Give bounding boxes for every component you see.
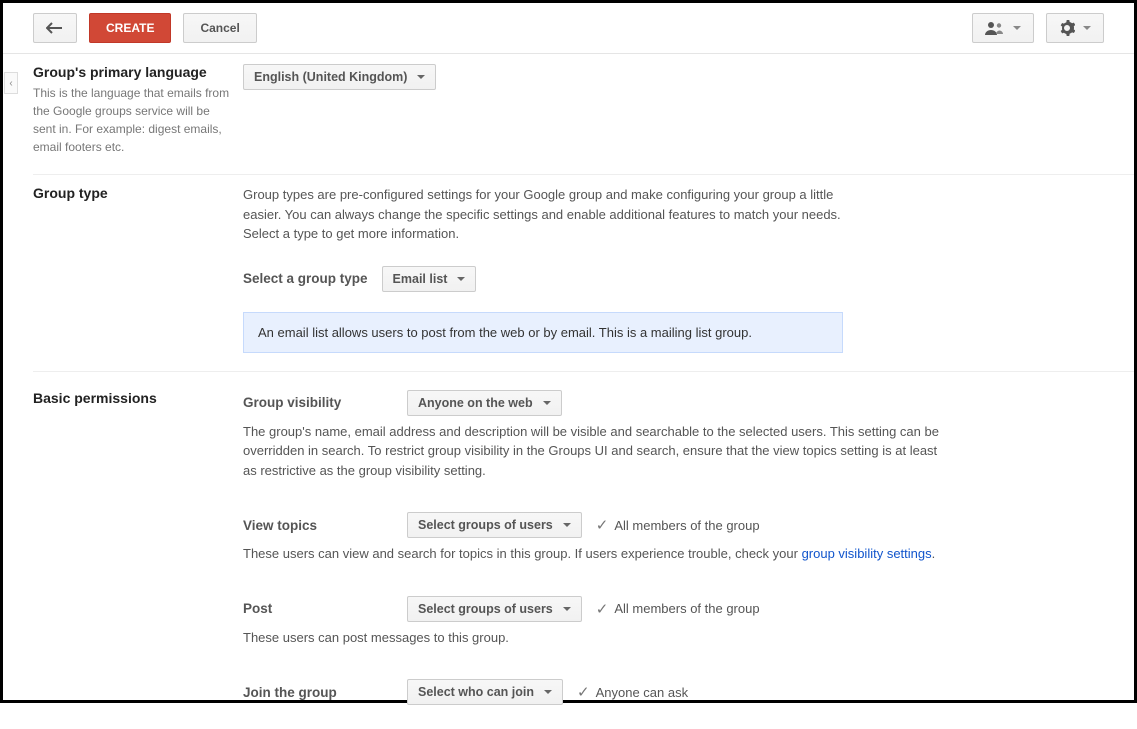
check-icon: ✓ (596, 516, 609, 534)
gear-icon (1059, 20, 1075, 36)
dropdown-label: Email list (393, 272, 448, 286)
group-type-info-box: An email list allows users to post from … (243, 312, 843, 353)
side-col: Group's primary language This is the lan… (33, 64, 243, 156)
cancel-button[interactable]: Cancel (183, 13, 256, 43)
toolbar-left: CREATE Cancel (33, 13, 257, 43)
section-group-type: Group type Group types are pre-configure… (33, 175, 1134, 372)
desc-post: . (932, 546, 936, 561)
group-type-dropdown[interactable]: Email list (382, 266, 477, 292)
view-topics-check: ✓ All members of the group (596, 516, 760, 534)
toolbar-right (972, 13, 1104, 43)
section-title: Group's primary language (33, 64, 233, 80)
check-icon: ✓ (596, 600, 609, 618)
group-visibility-settings-link[interactable]: group visibility settings (802, 546, 932, 561)
chevron-down-icon (1013, 26, 1021, 30)
side-col: Basic permissions (33, 390, 243, 712)
toolbar: CREATE Cancel (3, 3, 1134, 54)
group-visibility-desc: The group's name, email address and desc… (243, 422, 943, 481)
view-topics-dropdown[interactable]: Select groups of users (407, 512, 582, 538)
join-dropdown[interactable]: Select who can join (407, 679, 563, 705)
post-dropdown[interactable]: Select groups of users (407, 596, 582, 622)
view-topics-row: View topics Select groups of users ✓ All… (243, 512, 1003, 538)
main-col: English (United Kingdom) (243, 64, 1063, 156)
language-dropdown[interactable]: English (United Kingdom) (243, 64, 436, 90)
post-row: Post Select groups of users ✓ All member… (243, 596, 1003, 622)
join-row: Join the group Select who can join ✓ Any… (243, 679, 1003, 705)
post-label: Post (243, 601, 393, 616)
chevron-down-icon (544, 690, 552, 694)
people-icon (985, 21, 1005, 35)
side-col: Group type (33, 185, 243, 353)
group-visibility-dropdown[interactable]: Anyone on the web (407, 390, 562, 416)
select-group-type-label: Select a group type (243, 271, 368, 286)
section-primary-language: Group's primary language This is the lan… (33, 54, 1134, 175)
group-visibility-row: Group visibility Anyone on the web (243, 390, 1003, 416)
back-button[interactable] (33, 13, 77, 43)
check-label: All members of the group (614, 601, 759, 616)
join-check: ✓ Anyone can ask (577, 683, 688, 701)
post-check: ✓ All members of the group (596, 600, 760, 618)
chevron-down-icon (563, 607, 571, 611)
chevron-down-icon (543, 401, 551, 405)
dropdown-label: Select groups of users (418, 602, 553, 616)
check-label: Anyone can ask (596, 685, 689, 700)
back-arrow-icon (46, 22, 64, 34)
post-desc: These users can post messages to this gr… (243, 628, 1003, 648)
chevron-down-icon (417, 75, 425, 79)
section-basic-permissions: Basic permissions Group visibility Anyon… (33, 372, 1134, 729)
dropdown-label: Select who can join (418, 685, 534, 699)
dropdown-label: Anyone on the web (418, 396, 533, 410)
dropdown-label: Select groups of users (418, 518, 553, 532)
desc-pre: These users can view and search for topi… (243, 546, 802, 561)
group-type-select-row: Select a group type Email list (243, 266, 1003, 292)
view-topics-desc: These users can view and search for topi… (243, 544, 943, 564)
collapse-sidebar-tab[interactable]: ‹ (4, 72, 18, 94)
content: Group's primary language This is the lan… (3, 54, 1134, 729)
settings-menu-button[interactable] (1046, 13, 1104, 43)
group-visibility-label: Group visibility (243, 395, 393, 410)
dropdown-label: English (United Kingdom) (254, 70, 407, 84)
chevron-down-icon (1083, 26, 1091, 30)
create-button[interactable]: CREATE (89, 13, 171, 43)
join-label: Join the group (243, 685, 393, 700)
check-label: All members of the group (614, 518, 759, 533)
chevron-down-icon (563, 523, 571, 527)
section-title: Group type (33, 185, 233, 201)
check-icon: ✓ (577, 683, 590, 701)
section-title: Basic permissions (33, 390, 233, 406)
group-type-intro: Group types are pre-configured settings … (243, 185, 843, 244)
main-col: Group types are pre-configured settings … (243, 185, 1063, 353)
section-desc: This is the language that emails from th… (33, 84, 233, 156)
view-topics-label: View topics (243, 518, 393, 533)
chevron-down-icon (457, 277, 465, 281)
main-col: Group visibility Anyone on the web The g… (243, 390, 1063, 712)
people-menu-button[interactable] (972, 13, 1034, 43)
